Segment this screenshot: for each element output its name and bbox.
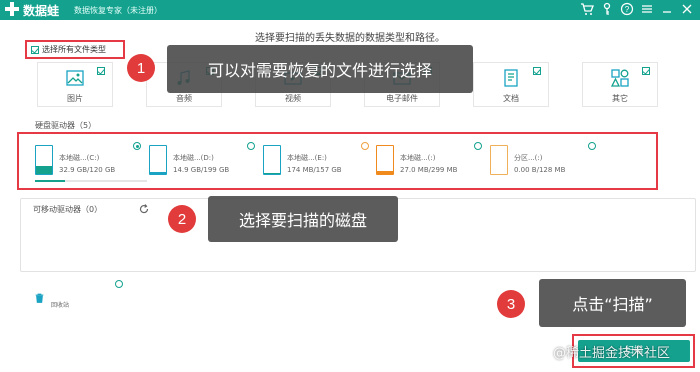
refresh-icon[interactable] — [139, 204, 149, 214]
trash-icon — [35, 293, 44, 303]
drive-icon — [35, 145, 53, 175]
select-all-checkbox[interactable]: 选择所有文件类型 — [25, 40, 125, 59]
drive-item[interactable]: 本地磁...(E:) 174 MB/157 GB — [263, 141, 369, 183]
app-name: 数据蛙 — [23, 4, 60, 18]
file-type-label: 音频 — [176, 94, 192, 103]
file-type-label: 图片 — [67, 94, 83, 103]
callout-select-file-types: 可以对需要恢复的文件进行选择 — [167, 45, 473, 93]
file-type-label: 其它 — [612, 94, 628, 103]
file-type-image[interactable]: 图片 — [37, 62, 113, 107]
callout-text: 可以对需要恢复的文件进行选择 — [207, 61, 432, 80]
app-subtitle: 数据恢复专家（未注册） — [74, 6, 162, 15]
minimize-icon[interactable] — [660, 2, 674, 16]
step-badge-2: 2 — [168, 205, 196, 233]
menu-icon[interactable] — [640, 2, 654, 16]
checkbox-icon — [97, 67, 105, 75]
drive-size: 14.9 GB/199 GB — [173, 166, 230, 174]
drive-radio[interactable] — [247, 142, 255, 150]
app-logo-icon — [5, 2, 19, 16]
title-bar: 数据蛙 数据恢复专家（未注册） ? — [0, 0, 700, 20]
hard-drives-title: 硬盘驱动器（5） — [35, 121, 97, 130]
drive-icon — [149, 145, 167, 175]
callout-select-disk: 选择要扫描的磁盘 — [208, 196, 398, 242]
file-type-label: 视频 — [285, 94, 301, 103]
key-icon[interactable] — [600, 2, 614, 16]
drive-icon — [263, 145, 281, 175]
drive-radio[interactable] — [588, 142, 596, 150]
callout-text: 选择要扫描的磁盘 — [238, 211, 367, 230]
drive-name: 本地磁...(C:) — [59, 154, 100, 162]
drive-size: 174 MB/157 GB — [287, 166, 342, 174]
watermark-text: @稀土掘金技术社区 — [553, 346, 671, 361]
recycle-bin-radio[interactable] — [115, 280, 123, 288]
title-bar-controls: ? — [580, 2, 694, 16]
cart-icon[interactable] — [580, 2, 594, 16]
file-type-other[interactable]: 其它 — [582, 62, 658, 107]
step-badge-1: 1 — [127, 54, 155, 82]
drive-radio[interactable] — [361, 142, 369, 150]
drive-size: 27.0 MB/299 MB — [400, 166, 458, 174]
checkbox-icon — [31, 45, 39, 54]
drive-item[interactable]: 本地磁...(:) 27.0 MB/299 MB — [376, 141, 482, 183]
drive-name: 本地磁...(E:) — [287, 154, 327, 162]
drive-radio[interactable] — [474, 142, 482, 150]
step-badge-3: 3 — [497, 290, 525, 318]
checkbox-icon — [533, 67, 541, 75]
drive-usage-bar — [35, 180, 147, 182]
drive-size: 0.00 B/128 MB — [514, 166, 566, 174]
file-type-label: 文档 — [503, 94, 519, 103]
close-icon[interactable] — [680, 2, 694, 16]
callout-click-scan: 点击“扫描” — [539, 279, 686, 327]
removable-drives-title: 可移动驱动器（0） — [33, 205, 103, 214]
image-icon — [66, 70, 84, 86]
callout-text: 点击“扫描” — [572, 295, 653, 314]
drive-item[interactable]: 本地磁...(C:) 32.9 GB/120 GB — [35, 141, 147, 183]
checkbox-icon — [642, 67, 650, 75]
file-type-label: 电子邮件 — [386, 94, 418, 103]
drive-name: 分区...(:) — [514, 154, 543, 162]
drive-item[interactable]: 分区...(:) 0.00 B/128 MB — [490, 141, 596, 183]
other-icon — [611, 69, 629, 87]
document-icon — [504, 69, 518, 87]
drive-radio[interactable] — [133, 142, 141, 150]
recycle-bin-item[interactable]: 回收站 — [33, 280, 129, 310]
drive-icon — [376, 145, 394, 175]
recycle-bin-label: 回收站 — [51, 302, 70, 309]
drive-icon — [490, 145, 508, 175]
help-icon[interactable]: ? — [620, 2, 634, 16]
drive-size: 32.9 GB/120 GB — [59, 166, 116, 174]
file-type-document[interactable]: 文档 — [473, 62, 549, 107]
svg-text:?: ? — [625, 5, 630, 14]
drive-name: 本地磁...(:) — [400, 154, 436, 162]
select-all-label: 选择所有文件类型 — [42, 45, 106, 54]
drive-item[interactable]: 本地磁...(D:) 14.9 GB/199 GB — [149, 141, 255, 183]
drive-name: 本地磁...(D:) — [173, 154, 214, 162]
